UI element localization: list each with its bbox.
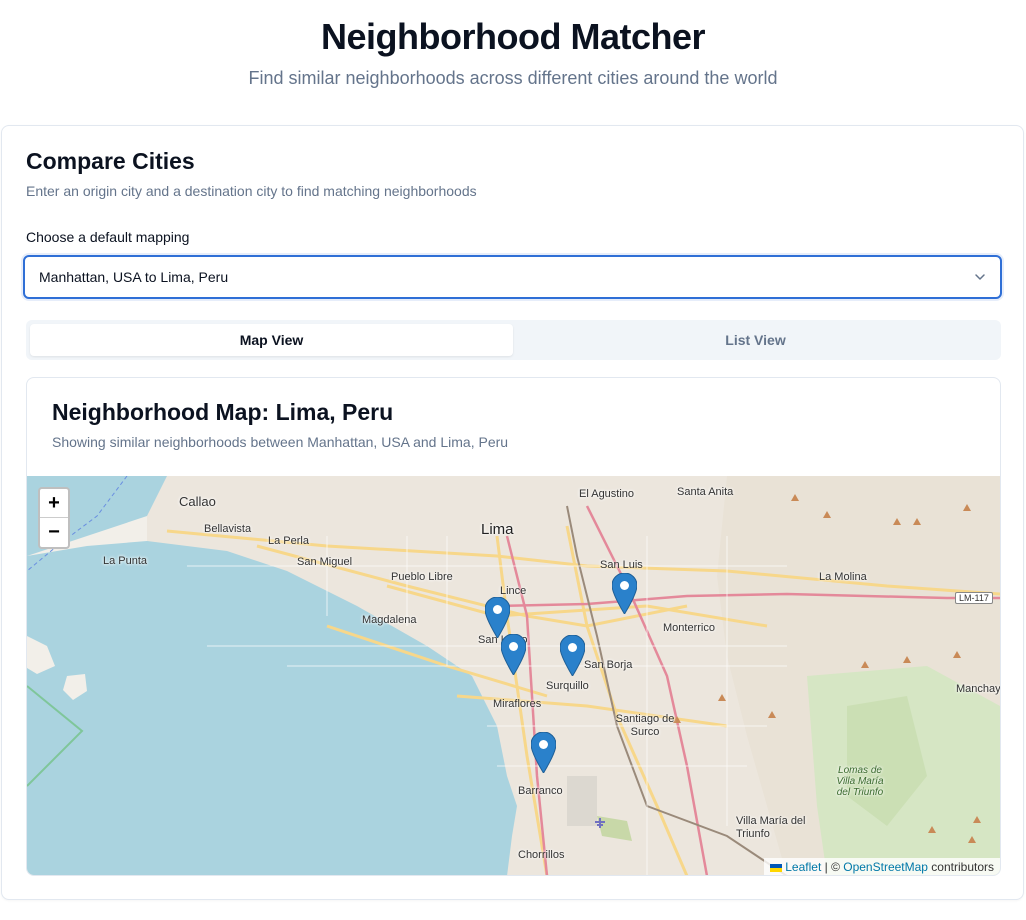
page-title: Neighborhood Matcher [321,16,706,57]
zoom-out-button[interactable]: − [40,518,68,547]
road-shield-lm117: LM-117 [955,592,993,604]
map-attribution: Leaflet | © OpenStreetMap contributors [764,858,1000,875]
map-label-bellavista: Bellavista [204,523,252,535]
map-label-san-borja: San Borja [584,659,633,671]
mapping-select[interactable]: Manhattan, USA to Lima, Peru [23,255,1002,299]
map-label-magdalena: Magdalena [362,614,417,626]
map-label-la-punta: La Punta [103,555,148,567]
map-title: Neighborhood Map: Lima, Peru [52,399,394,425]
page-subtitle: Find similar neighborhoods across differ… [248,68,778,88]
chevron-down-icon [975,274,985,280]
map[interactable]: Callao El Agustino Santa Anita Bellavist… [27,476,1000,875]
map-marker-san-isidro-south[interactable] [501,634,526,675]
map-label-chorrillos: Chorrillos [518,849,565,861]
map-label-pueblo-libre: Pueblo Libre [391,571,453,583]
compare-cities-card: Compare Cities Enter an origin city and … [1,125,1024,900]
map-label-la-perla: La Perla [268,535,309,547]
map-marker-barranco[interactable] [531,732,556,773]
map-label-santa-anita: Santa Anita [677,486,734,498]
map-marker-san-isidro[interactable] [485,597,510,638]
map-marker-san-borja[interactable] [560,635,585,676]
compare-cities-description: Enter an origin city and a destination c… [26,183,477,199]
tab-map-view[interactable]: Map View [30,324,513,356]
view-tabs: Map View List View [26,320,1001,360]
zoom-in-button[interactable]: + [40,489,68,518]
attribution-suffix: contributors [927,860,994,874]
map-label-san-miguel: San Miguel [297,556,353,568]
map-label-lomas: Lomas de Villa María del Triunfo [836,765,884,798]
map-label-manchay: Manchay [956,683,1000,695]
attribution-separator: | © [821,860,844,874]
map-label-lince: Lince [500,585,527,597]
mapping-label: Choose a default mapping [26,229,190,245]
map-label-villa-maria: Villa María del Triunfo [736,815,806,840]
zoom-control: + − [38,487,70,549]
map-label-miraflores: Miraflores [493,698,542,710]
map-label-santiago-de-surco: Santiago de Surco [615,713,675,738]
map-label-barranco: Barranco [518,785,563,797]
map-label-surquillo: Surquillo [546,680,589,692]
map-label-san-luis: San Luis [600,559,643,571]
leaflet-link[interactable]: Leaflet [785,860,821,874]
ukraine-flag-icon [770,863,783,872]
neighborhood-map-card: Neighborhood Map: Lima, Peru Showing sim… [26,377,1001,876]
map-label-la-molina: La Molina [819,571,867,583]
openstreetmap-link[interactable]: OpenStreetMap [843,860,928,874]
tab-list-view[interactable]: List View [514,324,997,356]
map-label-el-agustino: El Agustino [579,488,635,500]
mapping-select-value: Manhattan, USA to Lima, Peru [39,269,229,285]
map-description: Showing similar neighborhoods between Ma… [52,434,509,450]
map-label-monterrico: Monterrico [663,622,715,634]
map-label-lima: Lima [481,521,514,538]
map-marker-san-luis[interactable] [612,573,637,614]
compare-cities-title: Compare Cities [26,148,195,174]
map-label-callao: Callao [179,494,216,509]
